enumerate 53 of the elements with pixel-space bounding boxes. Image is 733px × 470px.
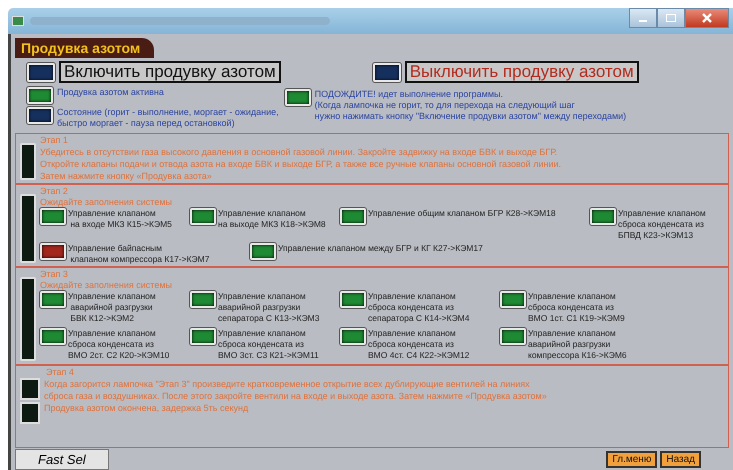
indicator-label: Продувка азотом активна: [57, 87, 164, 98]
valve-label: Управление байпасным клапаном компрессора К17->КЭМ7: [68, 243, 210, 265]
valve-label: Управление клапаном сброса конденсата из ВМО 3ст. С3 К21->КЭМ11: [218, 328, 319, 361]
fast-sel-tab[interactable]: Fast Sel: [15, 449, 109, 470]
lamp-button[interactable]: [27, 62, 55, 82]
notice-text: ПОДОЖДИТЕ! идет выполнение программы. (Когда лампочка не горит, то для перехода на следующий шаг нужно нажимать кнопку "Включение продувки азотом" между переходами): [314, 89, 626, 122]
valve-label: Управление клапаном между БГР и КГ К27->КЭМ17: [278, 243, 483, 254]
valve-lamp-button[interactable]: [190, 328, 216, 345]
valve-lamp-button[interactable]: [590, 208, 616, 225]
valve-label: Управление клапаном сброса конденсата из сепаратора С К14->КЭМ4: [368, 291, 470, 324]
valve-lamp-button[interactable]: [40, 208, 66, 225]
start-button[interactable]: Включить продувку азотом: [59, 61, 281, 83]
valve-lamp-button[interactable]: [40, 291, 66, 308]
valve-lamp-button[interactable]: [340, 328, 366, 345]
valve-label: Управление клапаном сброса конденсата из ВМО 2ст. С2 К20->КЭМ10: [68, 328, 170, 361]
valve-label: Управление клапаном сброса конденсата из БПВД К23->КЭМ13: [618, 208, 706, 241]
instruction-text: Когда загорится лампочка "Этап 3" произведите кратковременное открытие всех дублирующие вентилей на линиях сброса газа и воздушниках. После этого закройте вентили на входе и выходе азота. Затем нажмите «Продувка азотом»: [44, 378, 547, 402]
valve-lamp-button[interactable]: [500, 328, 526, 345]
valve-label: Управление общим клапаном БГР К28->КЭМ18: [368, 208, 556, 219]
stage-title: Этап 1: [40, 135, 69, 146]
valve-lamp-button[interactable]: [40, 243, 66, 260]
valve-label: Управление клапаном аварийной разгрузки БВК К12->КЭМ2: [68, 291, 156, 324]
valve-lamp-button[interactable]: [40, 328, 66, 345]
valve-label: Управление клапаном аварийной разгрузки сепаратора С К13->КЭМ3: [218, 291, 320, 324]
valve-label: Управление клапаном на выходе МКЗ К18->КЭМ8: [218, 208, 326, 230]
valve-label: Управление клапаном сброса конденсата из ВМО 1ст. С1 К19->КЭМ9: [528, 291, 625, 324]
instruction-text: Продувка азотом окончена, задержка 5ть секунд: [44, 402, 248, 414]
close-icon: [701, 13, 713, 23]
minimize-button[interactable]: [629, 8, 657, 28]
nav-button[interactable]: Гл.меню: [606, 451, 658, 468]
maximize-button[interactable]: [657, 8, 685, 28]
stage-subtitle: Ожидайте заполнения системы: [40, 280, 173, 291]
stop-button[interactable]: Выключить продувку азотом: [404, 61, 639, 83]
stage-title: Этап 3: [40, 269, 69, 280]
valve-lamp-button[interactable]: [190, 208, 216, 225]
lamp-button[interactable]: [372, 62, 401, 82]
instruction-text: Убедитесь в отсутствии газа высокого давления в основной газовой линии. Закройте задвижку на входе БВК и выходе БГР. Откройте клапаны подачи и отвода азота на входе БВК и выходе БГР, а также все ручные клапаны основной газовой линии. Затем нажмите кнопку «Продувка азота»: [40, 146, 562, 182]
indicator-label: Состояние (горит - выполнение, моргает - ожидание, быстро моргает - пауза перед остановкой): [57, 107, 279, 129]
close-button[interactable]: [685, 8, 729, 28]
valve-lamp-button[interactable]: [340, 291, 366, 308]
app-icon: [12, 16, 24, 26]
valve-label: Управление клапаном на входе МКЗ К15->КЭМ5: [68, 208, 172, 230]
nav-button[interactable]: Назад: [660, 451, 701, 468]
stage-title: Этап 4: [46, 367, 75, 378]
valve-lamp-button[interactable]: [500, 291, 526, 308]
valve-lamp-button[interactable]: [340, 208, 366, 225]
stage-title: Этап 2: [40, 186, 69, 197]
valve-lamp-button[interactable]: [250, 243, 276, 260]
stage-subtitle: Ожидайте заполнения системы: [40, 197, 173, 208]
valve-label: Управление клапаном сброса конденсата из ВМО 4ст. С4 К22->КЭМ12: [368, 328, 470, 361]
valve-lamp-button[interactable]: [190, 291, 216, 308]
section-tab[interactable]: Продувка азотом: [15, 38, 154, 58]
valve-label: Управление клапаном аварийной разгрузки компрессора К16->КЭМ6: [528, 328, 627, 361]
